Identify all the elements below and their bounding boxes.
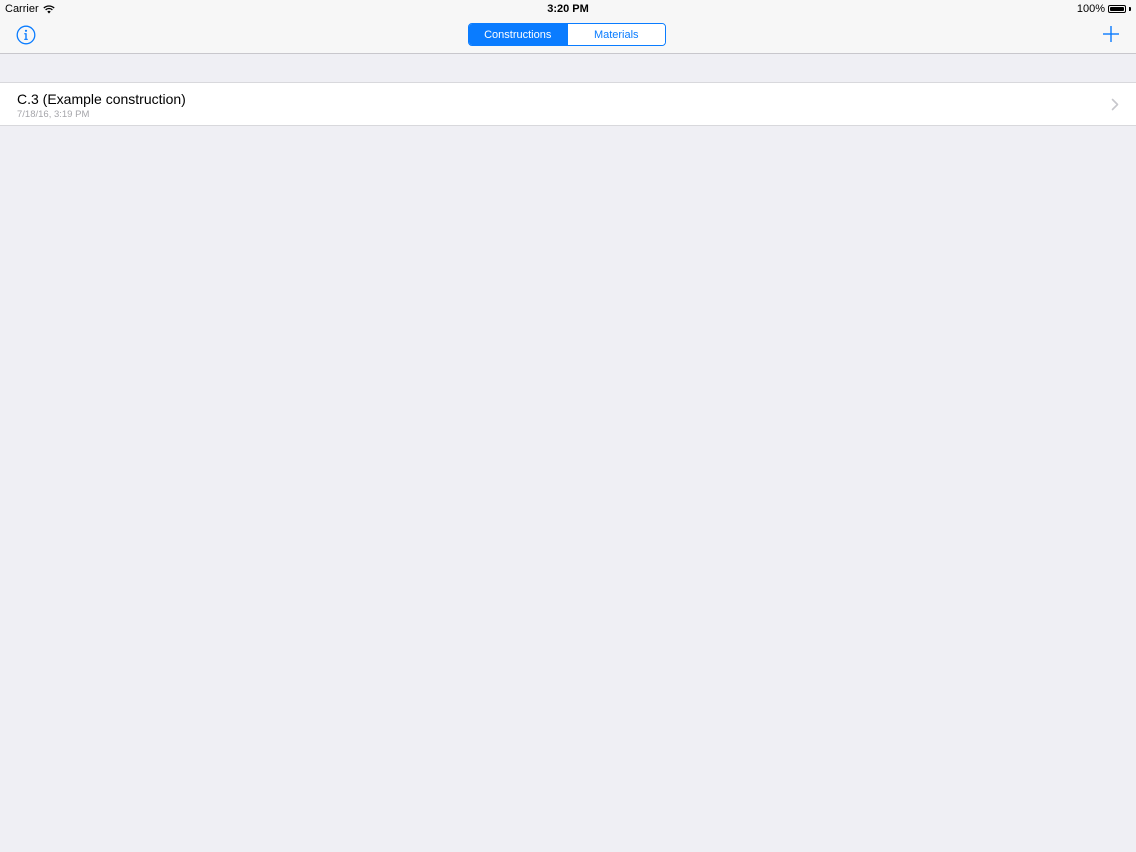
navigation-bar: Constructions Materials — [0, 18, 1136, 54]
chevron-right-icon — [1111, 98, 1119, 111]
plus-icon — [1103, 26, 1119, 42]
constructions-list: C.3 (Example construction) 7/18/16, 3:19… — [0, 82, 1136, 126]
battery-percent: 100% — [1076, 3, 1105, 15]
add-button[interactable] — [1102, 25, 1120, 43]
segment-materials[interactable]: Materials — [566, 24, 665, 45]
list-item-title: C.3 (Example construction) — [17, 91, 186, 107]
battery-icon — [1108, 5, 1126, 13]
status-bar: Carrier 3:20 PM 100% — [0, 0, 1136, 18]
segmented-control: Constructions Materials — [468, 23, 666, 46]
list-item[interactable]: C.3 (Example construction) 7/18/16, 3:19… — [0, 83, 1136, 125]
battery-tip — [1129, 7, 1131, 11]
status-time: 3:20 PM — [547, 3, 589, 15]
info-circle-icon — [16, 25, 36, 45]
list-item-subtitle: 7/18/16, 3:19 PM — [17, 109, 90, 120]
info-button[interactable] — [16, 25, 36, 45]
segment-constructions[interactable]: Constructions — [469, 24, 567, 45]
status-right: 100% — [1077, 3, 1131, 15]
battery-fill — [1110, 7, 1124, 11]
